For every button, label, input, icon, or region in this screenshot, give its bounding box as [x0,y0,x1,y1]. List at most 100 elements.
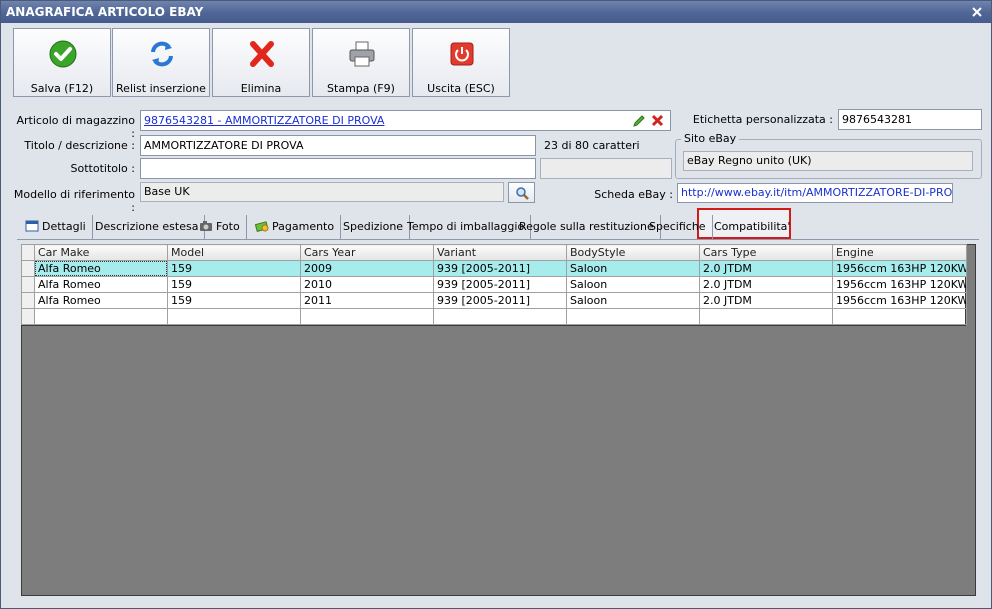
table-cell[interactable]: Saloon [566,292,700,309]
sito-group-title: Sito eBay [681,132,740,145]
header-indicator [21,244,35,261]
column-header[interactable]: Engine [832,244,967,261]
tab-compatibilita[interactable]: Compatibilita' [708,215,796,239]
table-cell[interactable]: 1956ccm 163HP 120KW... [832,260,967,277]
save-label: Salva (F12) [30,82,94,95]
scheda-field[interactable]: http://www.ebay.it/itm/AMMORTIZZATORE-DI… [677,183,953,203]
magnifier-icon [516,187,529,200]
table-cell[interactable]: 1956ccm 163HP 120KW... [832,276,967,293]
compatibility-grid[interactable]: Car Make Model Cars Year Variant BodySty… [21,244,967,326]
table-cell[interactable] [832,308,967,325]
sito-field[interactable]: eBay Regno unito (UK) [683,151,973,171]
tab-label: Descrizione estesa [95,220,199,233]
money-icon [255,221,269,232]
subtitle-count-field [540,158,672,179]
titolo-field[interactable]: AMMORTIZZATORE DI PROVA [140,135,536,156]
print-label: Stampa (F9) [327,82,395,95]
delete-label: Elimina [240,82,282,95]
modello-label: Modello di riferimento : [13,188,135,214]
pencil-icon[interactable] [632,114,646,128]
tab-label: Tempo di imballaggio [407,220,525,233]
articolo-field[interactable]: 9876543281 - AMMORTIZZATORE DI PROVA [140,110,671,131]
tab-label: Specifiche [649,220,706,233]
table-cell[interactable]: Saloon [566,276,700,293]
modello-field[interactable]: Base UK [140,182,504,202]
sottotitolo-field[interactable] [140,158,536,179]
row-indicator[interactable] [21,276,35,293]
table-row[interactable]: Alfa Romeo 159 2011 939 [2005-2011] Salo… [21,292,967,309]
clear-x-icon[interactable] [651,114,664,127]
column-header[interactable]: Model [167,244,301,261]
tab-label: Compatibilita' [714,220,791,233]
delete-button[interactable]: Elimina [212,28,310,97]
table-cell[interactable]: 2009 [300,260,434,277]
relist-button[interactable]: Relist inserzione [112,28,210,97]
table-cell[interactable]: 939 [2005-2011] [433,276,567,293]
scheda-label: Scheda eBay : [594,188,673,201]
table-cell[interactable]: 2011 [300,292,434,309]
table-cell[interactable] [34,308,168,325]
item-window: ANAGRAFICA ARTICOLO EBAY Salva (F12) Rel… [0,0,992,609]
table-cell[interactable]: Alfa Romeo [34,276,168,293]
table-cell[interactable]: 159 [167,292,301,309]
table-cell[interactable] [300,308,434,325]
tab-label: Dettagli [42,220,86,233]
exit-button[interactable]: Uscita (ESC) [412,28,510,97]
articolo-label: Articolo di magazzino : [16,114,136,140]
table-cell[interactable]: 2010 [300,276,434,293]
table-cell[interactable]: 2.0 JTDM [699,276,833,293]
relist-label: Relist inserzione [116,82,206,95]
tab-regole-restituzione[interactable]: Regole sulla restituzione [513,215,661,239]
articolo-link[interactable]: 9876543281 - AMMORTIZZATORE DI PROVA [144,114,384,127]
window-title: ANAGRAFICA ARTICOLO EBAY [6,5,204,19]
tab-dettagli[interactable]: Dettagli [19,215,93,239]
print-button[interactable]: Stampa (F9) [312,28,410,97]
column-header[interactable]: Car Make [34,244,168,261]
table-cell[interactable]: 1956ccm 163HP 120KW... [832,292,967,309]
tab-tempo-imballaggio[interactable]: Tempo di imballaggio [401,215,532,239]
table-cell[interactable] [167,308,301,325]
tab-label: Pagamento [272,220,335,233]
grid-header-row: Car Make Model Cars Year Variant BodySty… [21,244,967,261]
row-indicator[interactable] [21,260,35,277]
table-cell[interactable]: Saloon [566,260,700,277]
column-header[interactable]: Variant [433,244,567,261]
tab-descrizione-estesa[interactable]: Descrizione estesa [89,215,206,239]
table-cell[interactable] [566,308,700,325]
table-cell[interactable]: Alfa Romeo [34,292,168,309]
new-row[interactable] [21,308,967,325]
table-cell[interactable]: 2.0 JTDM [699,260,833,277]
column-header[interactable]: Cars Type [699,244,833,261]
row-indicator[interactable] [21,308,35,325]
tab-foto[interactable]: Foto [193,215,247,239]
tab-label: Spedizione [343,220,404,233]
refresh-icon [151,41,173,67]
table-cell[interactable]: 2.0 JTDM [699,292,833,309]
scheda-url[interactable]: http://www.ebay.it/itm/AMMORTIZZATORE-DI… [681,186,952,199]
table-cell[interactable]: Alfa Romeo [34,260,168,277]
table-cell[interactable]: 159 [167,260,301,277]
table-cell[interactable] [699,308,833,325]
tab-label: Foto [216,220,240,233]
row-indicator[interactable] [21,292,35,309]
tab-label: Regole sulla restituzione [519,220,654,233]
table-row[interactable]: Alfa Romeo 159 2010 939 [2005-2011] Salo… [21,276,967,293]
close-icon[interactable] [971,1,983,23]
tab-specifiche[interactable]: Specifiche [643,215,713,239]
tab-pagamento[interactable]: Pagamento [249,215,342,239]
column-header[interactable]: BodyStyle [566,244,700,261]
column-header[interactable]: Cars Year [300,244,434,261]
table-cell[interactable]: 939 [2005-2011] [433,260,567,277]
table-cell[interactable] [433,308,567,325]
table-row[interactable]: Alfa Romeo 159 2009 939 [2005-2011] Salo… [21,260,967,277]
tab-baseline [17,239,979,240]
etichetta-field[interactable]: 9876543281 [838,109,982,130]
camera-icon [200,221,212,231]
save-button[interactable]: Salva (F12) [13,28,111,97]
tab-spedizione[interactable]: Spedizione [337,215,411,239]
titolo-label: Titolo / descrizione : [24,139,135,152]
model-search-button[interactable] [508,182,535,203]
table-cell[interactable]: 939 [2005-2011] [433,292,567,309]
printer-icon [349,41,375,67]
table-cell[interactable]: 159 [167,276,301,293]
